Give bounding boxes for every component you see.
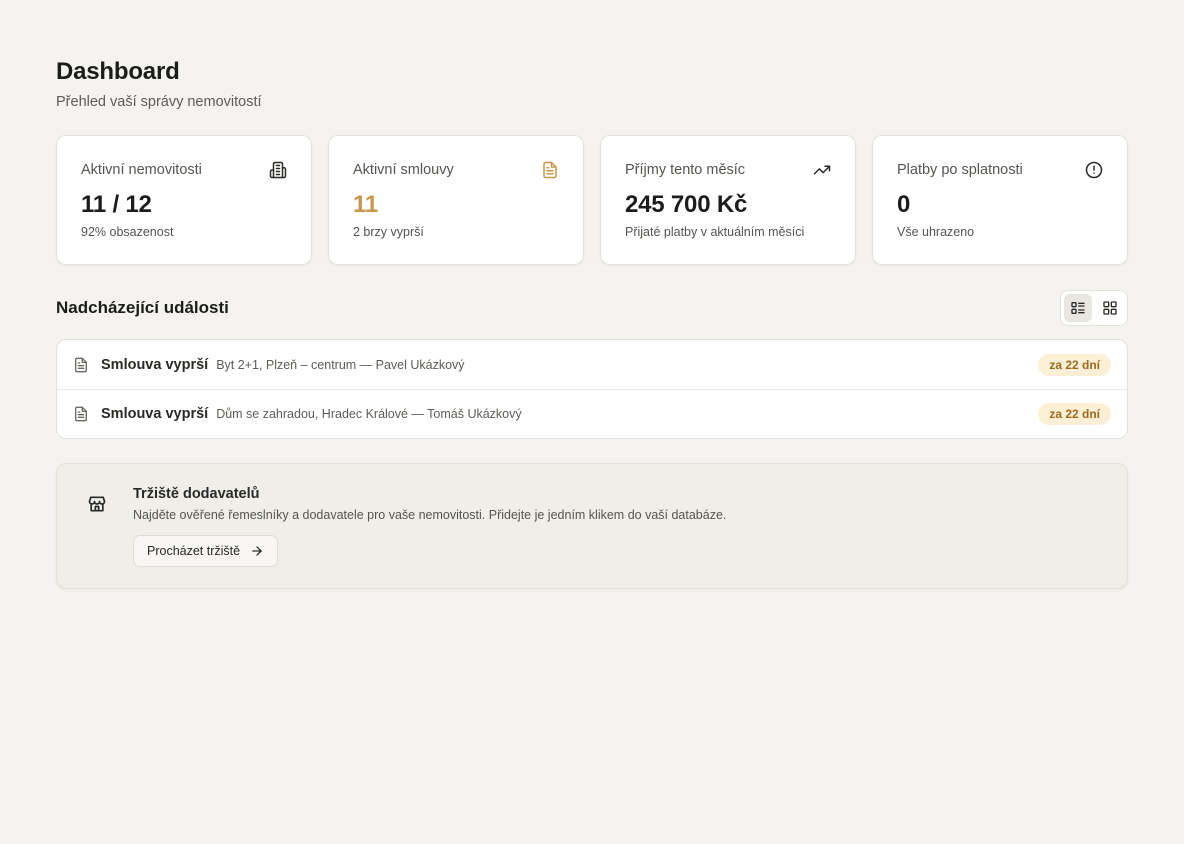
marketplace-banner: Tržiště dodavatelů Najděte ověřené řemes… bbox=[56, 463, 1128, 589]
list-item[interactable]: Smlouva vyprší Byt 2+1, Plzeň – centrum … bbox=[57, 340, 1127, 389]
status-badge: za 22 dní bbox=[1038, 353, 1111, 376]
stat-card-overdue: Platby po splatnosti 0 Vše uhrazeno bbox=[872, 135, 1128, 265]
stat-value: 245 700 Kč bbox=[625, 191, 748, 218]
view-toggle bbox=[1060, 290, 1128, 326]
trending-up-icon bbox=[813, 161, 831, 179]
section-title: Nadcházející události bbox=[56, 298, 229, 317]
stats-cards: Aktivní nemovitosti 11 / 12 92% obsazeno… bbox=[56, 135, 1128, 265]
event-title: Smlouva vyprší bbox=[101, 356, 209, 373]
stat-value: 11 bbox=[353, 191, 378, 218]
document-icon bbox=[73, 406, 89, 422]
stat-card-income: Příjmy tento měsíc 245 700 Kč Přijaté pl… bbox=[600, 135, 856, 265]
document-icon bbox=[73, 357, 89, 373]
list-view-icon bbox=[1071, 302, 1085, 314]
stat-card-contracts: Aktivní smlouvy 11 2 brzy vyprší bbox=[328, 135, 584, 265]
stat-card-properties: Aktivní nemovitosti 11 / 12 92% obsazeno… bbox=[56, 135, 312, 265]
dashboard-page: Dashboard Přehled vaší správy nemovitost… bbox=[0, 0, 1184, 844]
marketplace-description: Najděte ověřené řemeslníky a dodavatele … bbox=[133, 508, 727, 522]
store-icon bbox=[87, 494, 107, 514]
button-label: Procházet tržiště bbox=[147, 544, 241, 558]
grid-view-icon bbox=[1103, 301, 1117, 315]
stat-label: Aktivní nemovitosti bbox=[81, 162, 202, 178]
stat-note: 2 brzy vyprší bbox=[353, 225, 424, 239]
status-badge: za 22 dní bbox=[1038, 403, 1111, 425]
stat-label: Příjmy tento měsíc bbox=[625, 162, 746, 178]
marketplace-title: Tržiště dodavatelů bbox=[133, 486, 260, 502]
alert-circle-icon bbox=[1085, 161, 1103, 179]
arrow-right-icon bbox=[252, 546, 262, 556]
list-item[interactable]: Smlouva vyprší Dům se zahradou, Hradec K… bbox=[57, 389, 1127, 438]
stat-value: 11 / 12 bbox=[81, 191, 152, 218]
stat-note: Přijaté platby v aktuálním měsíci bbox=[625, 225, 805, 239]
document-icon bbox=[541, 161, 559, 179]
stat-note: 92% obsazenost bbox=[81, 225, 174, 239]
stat-value: 0 bbox=[897, 191, 911, 218]
building-icon bbox=[269, 161, 287, 179]
stat-label: Platby po splatnosti bbox=[897, 162, 1023, 178]
event-detail: Dům se zahradou, Hradec Králové — Tomáš … bbox=[216, 407, 522, 421]
browse-marketplace-button[interactable]: Procházet tržiště bbox=[133, 535, 279, 567]
page-title: Dashboard bbox=[56, 58, 180, 85]
stat-label: Aktivní smlouvy bbox=[353, 162, 454, 178]
stat-note: Vše uhrazeno bbox=[897, 225, 975, 239]
events-header: Nadcházející události bbox=[56, 289, 1128, 327]
event-detail: Byt 2+1, Plzeň – centrum — Pavel Ukázkov… bbox=[216, 357, 465, 372]
grid-view-button[interactable] bbox=[1096, 294, 1124, 322]
list-view-button[interactable] bbox=[1064, 294, 1092, 322]
page-subtitle: Přehled vaší správy nemovitostí bbox=[56, 94, 262, 110]
events-list: Smlouva vyprší Byt 2+1, Plzeň – centrum … bbox=[56, 339, 1128, 439]
event-title: Smlouva vyprší bbox=[101, 406, 209, 422]
